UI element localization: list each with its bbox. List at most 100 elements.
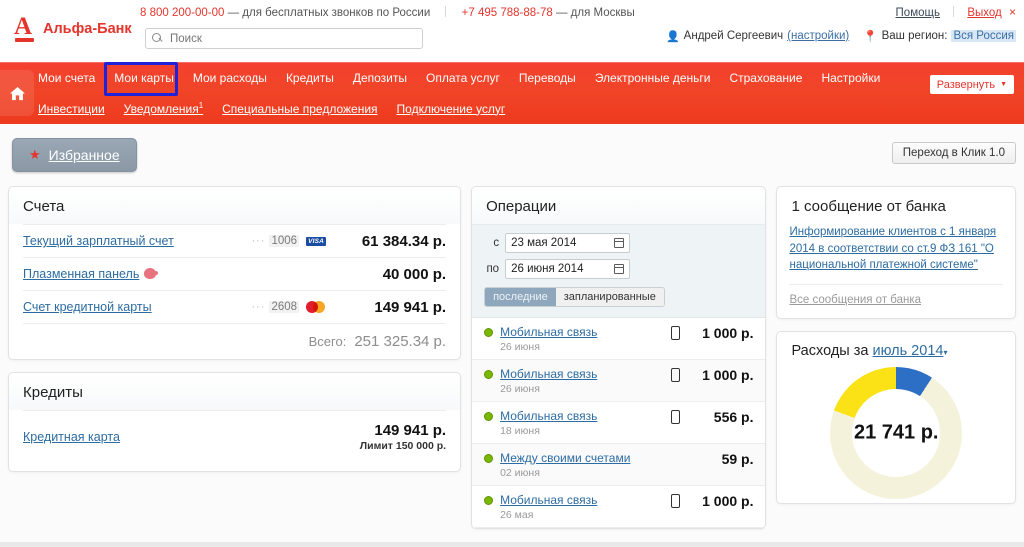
credit-name[interactable]: Кредитная карта <box>23 430 360 444</box>
account-name-credit[interactable]: Счет кредитной карты <box>23 300 251 314</box>
operation-title[interactable]: Мобильная связь <box>500 325 597 339</box>
operations-title: Операции <box>472 187 766 224</box>
date-to-value: 26 июня 2014 <box>511 263 584 275</box>
nav-item-my-cards[interactable]: Мои карты <box>114 71 174 85</box>
mobile-phone-icon <box>671 326 681 340</box>
nav-item-notifications[interactable]: Уведомления1 <box>124 101 203 116</box>
date-from-input[interactable]: 23 мая 2014 <box>505 233 631 253</box>
list-item[interactable]: Мобильная связь 26 июня 1 000 р. <box>472 360 766 402</box>
nav-item-special-offers[interactable]: Специальные предложения <box>222 102 377 116</box>
mobile-phone-icon <box>671 494 681 508</box>
help-link[interactable]: Помощь <box>896 7 940 19</box>
status-ok-icon <box>484 454 494 463</box>
chevron-down-icon[interactable]: ▾ <box>943 348 947 357</box>
left-column: Счета Текущий зарплатный счет ··· 1006 V… <box>8 186 462 472</box>
piggy-bank-icon <box>144 268 159 279</box>
account-amount: 61 384.34 р. <box>361 232 447 250</box>
expand-label: Развернуть <box>936 78 996 91</box>
calendar-icon[interactable] <box>613 264 625 274</box>
nav-item-connect-services[interactable]: Подключение услуг <box>397 102 506 116</box>
table-row[interactable]: Плазменная панель 40 000 р. <box>23 257 447 290</box>
nav-item-my-accounts[interactable]: Мои счета <box>38 71 95 85</box>
alfa-a-icon: A <box>14 14 36 42</box>
table-row[interactable]: Счет кредитной карты ··· 2608 149 941 р. <box>23 290 447 323</box>
list-item[interactable]: Мобильная связь 18 июня 556 р. <box>472 402 766 444</box>
home-button[interactable] <box>0 70 34 116</box>
credits-title: Кредиты <box>9 373 461 410</box>
credit-values: 149 941 р. Лимит 150 000 р. <box>360 422 446 452</box>
messages-body: Информирование клиентов с 1 января 2014 … <box>777 224 1015 318</box>
nav-item-e-money[interactable]: Электронные деньги <box>595 71 711 85</box>
list-item[interactable]: Между своими счетами 02 июня 59 р. <box>472 444 766 486</box>
account-name-salary[interactable]: Текущий зарплатный счет <box>23 234 251 248</box>
nav-row-secondary: Инвестиции Уведомления1 Специальные пред… <box>38 93 914 124</box>
operations-filter: с 23 мая 2014 по 26 июня 2014 последние … <box>472 224 766 318</box>
all-messages-link[interactable]: Все сообщения от банка <box>789 284 1003 306</box>
table-row[interactable]: Текущий зарплатный счет ··· 1006 VISA 61… <box>23 224 447 257</box>
logo-underline <box>15 38 34 42</box>
accounts-title: Счета <box>9 187 461 224</box>
operation-title[interactable]: Мобильная связь <box>500 409 597 423</box>
favorites-button[interactable]: ★ Избранное <box>12 138 137 172</box>
list-item[interactable]: Мобильная связь 26 мая 1 000 р. <box>472 486 766 528</box>
tab-recent[interactable]: последние <box>485 288 556 306</box>
home-icon <box>9 86 25 100</box>
mastercard-icon <box>306 301 326 313</box>
sub-toolbar: ★ Избранное Переход в Клик 1.0 <box>0 124 1024 186</box>
user-settings-link[interactable]: (настройки) <box>787 30 849 42</box>
credit-amount: 149 941 р. <box>374 422 447 439</box>
search-icon <box>152 33 163 44</box>
search-box[interactable] <box>145 28 423 49</box>
phone-divider <box>445 6 447 17</box>
calendar-icon[interactable] <box>613 238 625 248</box>
account-amount: 40 000 р. <box>382 265 447 283</box>
message-link[interactable]: Информирование клиентов с 1 января 2014 … <box>789 224 1003 274</box>
nav-item-deposits[interactable]: Депозиты <box>353 71 407 85</box>
brand-logo[interactable]: A Альфа-Банк <box>14 14 132 42</box>
credits-panel: Кредиты Кредитная карта 149 941 р. Лимит… <box>8 372 462 472</box>
klik-label: Переход в Клик 1.0 <box>902 147 1005 159</box>
operation-body: Мобильная связь 18 июня <box>500 409 671 437</box>
main-navigation: Мои счета Мои карты Мои расходы Кредиты … <box>0 62 1024 128</box>
search-input[interactable] <box>168 31 416 46</box>
close-icon[interactable]: × <box>1009 5 1016 19</box>
page-root: A Альфа-Банк 8 800 200-00-00 — для беспл… <box>0 0 1024 547</box>
nav-item-credits[interactable]: Кредиты <box>286 71 334 85</box>
expenses-panel: Расходы за июль 2014▾ 21 741 р. <box>776 331 1016 505</box>
expand-button[interactable]: Развернуть ▼ <box>929 75 1014 94</box>
nav-item-transfers[interactable]: Переводы <box>519 71 576 85</box>
nav-item-settings[interactable]: Настройки <box>821 71 880 85</box>
messages-title: 1 сообщение от банка <box>791 198 946 215</box>
date-to-input[interactable]: 26 июня 2014 <box>505 259 631 279</box>
accounts-total-value: 251 325.34 р. <box>354 333 447 350</box>
region-value[interactable]: Вся Россия <box>951 30 1016 42</box>
operation-title[interactable]: Между своими счетами <box>500 451 630 465</box>
nav-item-investments[interactable]: Инвестиции <box>38 102 105 116</box>
operation-title[interactable]: Мобильная связь <box>500 493 597 507</box>
operation-date: 26 мая <box>500 509 534 521</box>
status-ok-icon <box>484 328 494 337</box>
operation-title[interactable]: Мобильная связь <box>500 367 597 381</box>
phone-numbers: 8 800 200-00-00 — для бесплатных звонков… <box>140 6 635 19</box>
account-amount: 149 941 р. <box>374 298 447 316</box>
logout-link[interactable]: Выход <box>967 7 1001 19</box>
logo-text: Альфа-Банк <box>43 21 132 37</box>
nav-item-insurance[interactable]: Страхование <box>729 71 802 85</box>
expenses-period-selector[interactable]: июль 2014 <box>872 343 943 359</box>
status-ok-icon <box>484 412 494 421</box>
expenses-title: Расходы за июль 2014▾ <box>777 332 1015 363</box>
account-name-plasma[interactable]: Плазменная панель <box>23 267 306 281</box>
moscow-phone-desc: — для Москвы <box>555 7 635 19</box>
table-row[interactable]: Кредитная карта 149 941 р. Лимит 150 000… <box>23 410 447 461</box>
switch-to-klik-button[interactable]: Переход в Клик 1.0 <box>891 142 1016 164</box>
tab-planned[interactable]: запланированные <box>555 288 664 306</box>
operation-amount: 1 000 р. <box>702 493 754 509</box>
list-item[interactable]: Мобильная связь 26 июня 1 000 р. <box>472 318 766 360</box>
account-mask-dots: ··· <box>251 235 266 247</box>
operation-body: Мобильная связь 26 мая <box>500 493 671 521</box>
nav-item-my-expenses[interactable]: Мои расходы <box>193 71 267 85</box>
user-area: 👤 Андрей Сергеевич (настройки) 📍 Ваш рег… <box>666 29 1016 43</box>
operation-amount: 556 р. <box>713 409 754 425</box>
nav-item-payments[interactable]: Оплата услуг <box>426 71 500 85</box>
free-phone-desc: — для бесплатных звонков по России <box>227 7 431 19</box>
